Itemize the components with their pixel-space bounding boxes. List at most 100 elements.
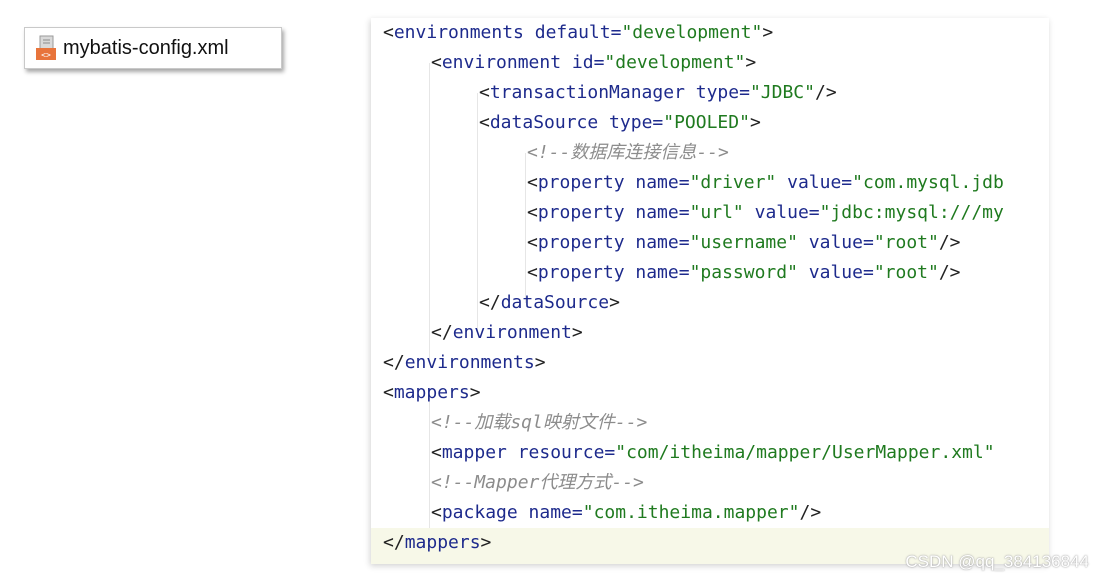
code-attr-value: "username" <box>689 232 798 253</box>
code-attr-name: resource= <box>506 442 616 463</box>
code-line: </mappers> <box>383 528 491 558</box>
code-tag-name: property <box>537 232 625 253</box>
code-comment: <!--数据库连接信息--> <box>527 142 729 163</box>
code-line: </environment> <box>431 318 583 348</box>
code-punct: > <box>469 382 481 403</box>
code-attr-value: "driver" <box>689 172 777 193</box>
file-tab[interactable]: <> mybatis-config.xml <box>24 27 282 69</box>
code-attr-value: "root" <box>873 232 939 253</box>
indent-guide <box>429 63 430 363</box>
code-tag-name: property <box>537 262 625 283</box>
code-tag-name: environment <box>452 322 572 343</box>
code-attr-name: value= <box>743 202 820 223</box>
code-punct: < <box>527 262 538 283</box>
code-punct: </ <box>383 352 405 373</box>
code-line: <property name="password" value="root"/> <box>527 258 961 288</box>
code-line: <package name="com.itheima.mapper"/> <box>431 498 821 528</box>
code-attr-value: "root" <box>873 262 939 283</box>
code-line: <dataSource type="POOLED"> <box>479 108 761 138</box>
code-punct: </ <box>479 292 501 313</box>
code-attr-name: value= <box>797 262 874 283</box>
code-comment: <!--加载sql映射文件--> <box>431 412 648 433</box>
code-tag-name: environment <box>441 52 562 73</box>
code-line: </environments> <box>383 348 546 378</box>
code-attr-value: "com.mysql.jdb <box>852 172 1004 193</box>
code-attr-name: type= <box>684 82 750 103</box>
indent-guide <box>429 393 430 528</box>
xml-file-icon: <> <box>36 35 56 60</box>
code-line: <environments default="development"> <box>383 18 773 48</box>
code-line: <!--Mapper代理方式--> <box>431 468 644 498</box>
code-punct: < <box>527 172 538 193</box>
code-attr-name: name= <box>624 202 690 223</box>
code-punct: > <box>609 292 620 313</box>
code-tag-name: package <box>441 502 518 523</box>
code-line: <environment id="development"> <box>431 48 756 78</box>
code-line: <!--加载sql映射文件--> <box>431 408 647 438</box>
code-line: <mapper resource="com/itheima/mapper/Use… <box>431 438 995 468</box>
code-punct: /> <box>799 502 822 523</box>
code-punct: </ <box>383 532 405 553</box>
code-attr-value: "password" <box>689 262 798 283</box>
code-punct: > <box>534 352 546 373</box>
code-punct: < <box>383 22 394 43</box>
code-punct: < <box>527 202 538 223</box>
code-punct: /> <box>938 232 961 253</box>
code-line: <!--数据库连接信息--> <box>527 138 729 168</box>
code-comment: <!--Mapper代理方式--> <box>431 472 644 493</box>
code-punct: < <box>431 442 442 463</box>
code-tag-name: environments <box>393 22 524 43</box>
code-attr-name: default= <box>523 22 622 43</box>
code-tag-name: property <box>537 202 625 223</box>
code-attr-name: value= <box>776 172 853 193</box>
code-punct: < <box>527 232 538 253</box>
code-attr-name: id= <box>561 52 605 73</box>
watermark: CSDN @qq_384136844 <box>905 552 1089 571</box>
code-punct: < <box>431 52 442 73</box>
code-line: <property name="username" value="root"/> <box>527 228 961 258</box>
code-attr-value: "JDBC" <box>749 82 815 103</box>
code-line: <transactionManager type="JDBC"/> <box>479 78 837 108</box>
code-punct: < <box>479 82 490 103</box>
svg-text:<>: <> <box>41 51 51 60</box>
code-line: <property name="driver" value="com.mysql… <box>527 168 1004 198</box>
code-punct: > <box>762 22 774 43</box>
code-line: </dataSource> <box>479 288 620 318</box>
code-attr-name: name= <box>517 502 583 523</box>
code-attr-name: value= <box>797 232 874 253</box>
code-attr-value: "jdbc:mysql:///my <box>819 202 1004 223</box>
code-attr-value: "POOLED" <box>663 112 750 133</box>
code-punct: /> <box>938 262 961 283</box>
code-tag-name: mappers <box>393 382 470 403</box>
indent-guide <box>525 153 526 303</box>
code-attr-name: type= <box>598 112 664 133</box>
code-attr-value: "development" <box>604 52 746 73</box>
code-attr-name: name= <box>624 172 690 193</box>
code-punct: < <box>431 502 442 523</box>
code-tag-name: dataSource <box>489 112 599 133</box>
code-tag-name: transactionManager <box>489 82 685 103</box>
code-tag-name: dataSource <box>500 292 610 313</box>
code-attr-value: "development" <box>621 22 763 43</box>
code-line: <mappers> <box>383 378 481 408</box>
code-attr-name: name= <box>624 232 690 253</box>
code-punct: </ <box>431 322 453 343</box>
code-tag-name: property <box>537 172 625 193</box>
code-punct: < <box>383 382 394 403</box>
code-tag-name: mapper <box>441 442 507 463</box>
code-punct: > <box>749 112 761 133</box>
code-attr-value: "url" <box>689 202 744 223</box>
code-punct: > <box>480 532 492 553</box>
code-line: <property name="url" value="jdbc:mysql:/… <box>527 198 1004 228</box>
code-tag-name: mappers <box>404 532 481 553</box>
file-name: mybatis-config.xml <box>63 36 229 59</box>
indent-guide <box>477 93 478 333</box>
code-editor[interactable]: <environments default="development"> <env… <box>371 18 1049 564</box>
code-punct: /> <box>814 82 837 103</box>
code-attr-name: name= <box>624 262 690 283</box>
code-punct: > <box>571 322 583 343</box>
code-attr-value: "com/itheima/mapper/UserMapper.xml" <box>615 442 995 463</box>
code-tag-name: environments <box>404 352 535 373</box>
code-punct: < <box>479 112 490 133</box>
code-punct: > <box>745 52 757 73</box>
